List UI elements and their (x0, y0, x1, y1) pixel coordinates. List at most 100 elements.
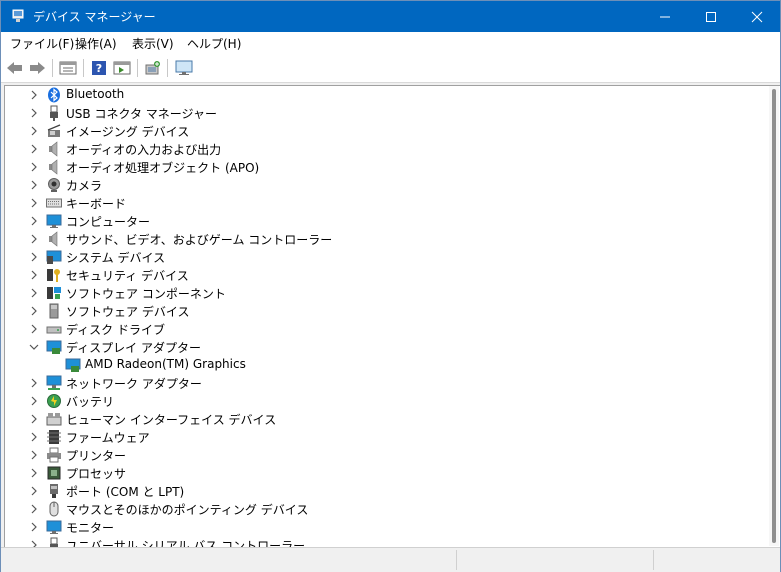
chevron-right-icon[interactable] (28, 89, 40, 101)
chevron-right-icon[interactable] (28, 467, 40, 479)
tree-item-label: セキュリティ デバイス (66, 269, 189, 283)
tree-item-label: ディスプレイ アダプター (66, 341, 201, 355)
tree-item-software-components[interactable]: ソフトウェア コンポーネント (5, 284, 745, 302)
chevron-right-icon[interactable] (28, 197, 40, 209)
tree-item-usb-connector-manager[interactable]: USB コネクタ マネージャー (5, 104, 745, 122)
tree-item-mice[interactable]: マウスとそのほかのポインティング デバイス (5, 500, 745, 518)
tree-item-amd-radeon-graphics[interactable]: AMD Radeon(TM) Graphics (5, 356, 745, 374)
tree-item-camera[interactable]: カメラ (5, 176, 745, 194)
properties-view-button[interactable] (58, 58, 78, 78)
scrollbar-thumb[interactable] (772, 89, 776, 543)
menu-action[interactable]: 操作(A) (75, 35, 117, 52)
tree-item-label: ソフトウェア デバイス (66, 305, 190, 319)
tree-item-imaging-devices[interactable]: イメージング デバイス (5, 122, 745, 140)
tree-item-label: サウンド、ビデオ、およびゲーム コントローラー (66, 233, 333, 247)
forward-icon (30, 62, 45, 74)
menu-file[interactable]: ファイル(F) (10, 35, 74, 52)
firmware-icon (47, 430, 61, 444)
chevron-right-icon[interactable] (28, 503, 40, 515)
tree-item-label: カメラ (66, 179, 103, 193)
chevron-right-icon[interactable] (28, 287, 40, 299)
disk-drive-icon (46, 326, 62, 334)
bluetooth-icon (48, 87, 60, 103)
chevron-right-icon[interactable] (28, 521, 40, 533)
security-key-icon (47, 269, 60, 282)
tree-item-label: ネットワーク アダプター (66, 377, 202, 391)
chevron-right-icon[interactable] (28, 449, 40, 461)
chevron-right-icon[interactable] (28, 539, 40, 547)
scan-hardware-button[interactable] (143, 58, 163, 78)
title-bar[interactable]: デバイス マネージャー (1, 1, 780, 32)
network-icon (46, 375, 62, 390)
tree-item-label: コンピューター (66, 215, 151, 229)
monitor-button[interactable] (174, 58, 194, 78)
chevron-right-icon[interactable] (28, 233, 40, 245)
help-button[interactable]: ? (89, 58, 109, 78)
chevron-right-icon[interactable] (28, 323, 40, 335)
tree-item-monitors[interactable]: モニター (5, 518, 745, 536)
chevron-right-icon[interactable] (28, 107, 40, 119)
chevron-right-icon[interactable] (28, 125, 40, 137)
mouse-icon (49, 501, 59, 517)
chevron-right-icon[interactable] (28, 305, 40, 317)
status-pane (456, 550, 457, 570)
tree-item-label: ヒューマン インターフェイス デバイス (66, 413, 277, 427)
device-manager-app-icon (12, 9, 24, 22)
display-adapter-icon (46, 340, 62, 354)
properties-view-icon (59, 61, 77, 75)
close-button[interactable] (734, 1, 780, 32)
tree-item-battery[interactable]: バッテリ (5, 392, 745, 410)
chevron-right-icon[interactable] (28, 251, 40, 263)
minimize-button[interactable] (642, 1, 688, 32)
tree-item-label: システム デバイス (66, 251, 166, 265)
tree-item-human-interface-devices[interactable]: ヒューマン インターフェイス デバイス (5, 410, 745, 428)
tree-item-security-devices[interactable]: セキュリティ デバイス (5, 266, 745, 284)
tree-item-system-devices[interactable]: システム デバイス (5, 248, 745, 266)
chevron-right-icon[interactable] (28, 395, 40, 407)
back-button[interactable] (5, 58, 25, 78)
tree-item-bluetooth[interactable]: Bluetooth (5, 86, 745, 104)
speaker-icon (49, 141, 58, 157)
camera-device-icon (47, 124, 61, 137)
chevron-right-icon[interactable] (28, 161, 40, 173)
chevron-right-icon[interactable] (28, 143, 40, 155)
chevron-right-icon[interactable] (28, 431, 40, 443)
menu-help[interactable]: ヘルプ(H) (187, 35, 241, 52)
vertical-scrollbar[interactable] (769, 86, 779, 546)
toolbar-separator (83, 59, 84, 77)
tree-item-firmware[interactable]: ファームウェア (5, 428, 745, 446)
tree-item-disk-drives[interactable]: ディスク ドライブ (5, 320, 745, 338)
tree-item-network-adapters[interactable]: ネットワーク アダプター (5, 374, 745, 392)
tree-item-audio-processing-objects[interactable]: オーディオ処理オブジェクト (APO) (5, 158, 745, 176)
chevron-right-icon[interactable] (28, 377, 40, 389)
menu-view[interactable]: 表示(V) (132, 35, 174, 52)
forward-button[interactable] (27, 58, 47, 78)
tree-item-sound-video-game-controllers[interactable]: サウンド、ビデオ、およびゲーム コントローラー (5, 230, 745, 248)
tree-item-software-devices[interactable]: ソフトウェア デバイス (5, 302, 745, 320)
chevron-right-icon[interactable] (28, 179, 40, 191)
status-bar (1, 547, 780, 572)
tree-item-ports[interactable]: ポート (COM と LPT) (5, 482, 745, 500)
tree-item-computer[interactable]: コンピューター (5, 212, 745, 230)
tree-item-label: プロセッサ (66, 467, 127, 481)
tree-item-label: USB コネクタ マネージャー (66, 107, 217, 121)
tree-item-processors[interactable]: プロセッサ (5, 464, 745, 482)
chevron-right-icon[interactable] (28, 269, 40, 281)
maximize-button[interactable] (688, 1, 734, 32)
chevron-right-icon[interactable] (28, 413, 40, 425)
tree-item-label: プリンター (66, 449, 127, 463)
chevron-right-icon[interactable] (28, 485, 40, 497)
device-tree[interactable]: Bluetooth USB コネクタ マネージャー イメージング デバイス オー… (4, 85, 780, 547)
scan-hardware-icon (145, 61, 160, 75)
computer-icon (46, 214, 62, 228)
tree-item-printers[interactable]: プリンター (5, 446, 745, 464)
tree-item-label: キーボード (66, 197, 127, 211)
chevron-down-icon[interactable] (28, 341, 40, 353)
tree-item-audio-io[interactable]: オーディオの入力および出力 (5, 140, 745, 158)
usb-icon (50, 105, 58, 121)
tree-item-usb-controllers[interactable]: ユニバーサル シリアル バス コントローラー (5, 536, 745, 547)
tree-item-keyboard[interactable]: キーボード (5, 194, 745, 212)
run-view-button[interactable] (112, 58, 132, 78)
tree-item-display-adapters[interactable]: ディスプレイ アダプター (5, 338, 745, 356)
chevron-right-icon[interactable] (28, 215, 40, 227)
